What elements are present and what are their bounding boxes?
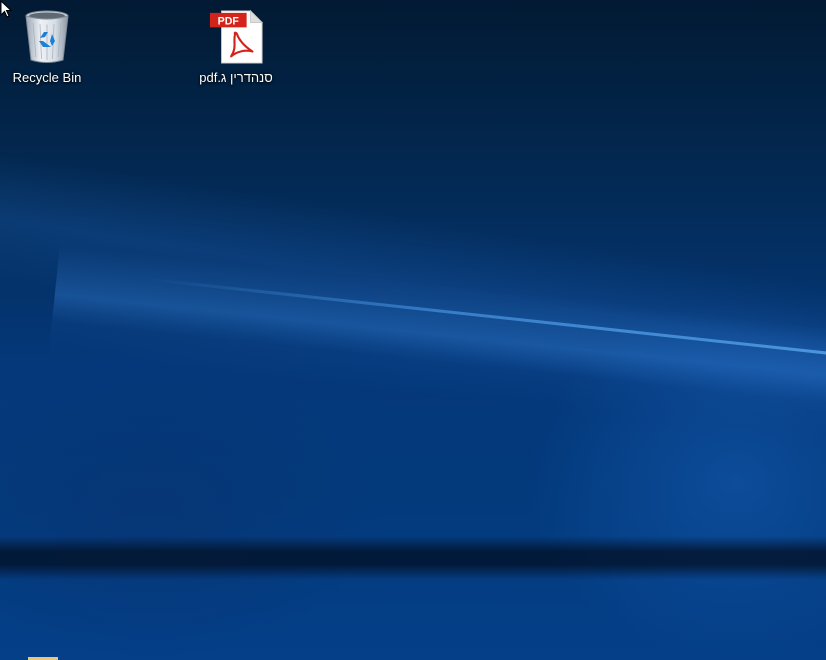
pdf-file-icon: PDF: [208, 8, 264, 66]
desktop[interactable]: Recycle Bin PDF סנהדרין ג.pdf: [0, 0, 826, 660]
wallpaper-light-streak: [149, 278, 826, 364]
recycle-bin-icon: [19, 8, 75, 66]
wallpaper-glow: [526, 300, 826, 660]
wallpaper-light-beam: [48, 245, 826, 449]
pdf-file-label: סנהדרין ג.pdf: [199, 70, 273, 85]
wallpaper-haze: [0, 360, 380, 660]
desktop-icon-recycle-bin[interactable]: Recycle Bin: [0, 8, 95, 85]
wallpaper-light-beam: [0, 140, 826, 425]
mouse-cursor-icon: [0, 0, 12, 18]
recycle-bin-label: Recycle Bin: [12, 70, 82, 85]
wallpaper-dark-band: [0, 536, 826, 580]
pdf-badge-text: PDF: [218, 15, 240, 27]
desktop-icon-pdf-file[interactable]: PDF סנהדרין ג.pdf: [188, 8, 284, 85]
